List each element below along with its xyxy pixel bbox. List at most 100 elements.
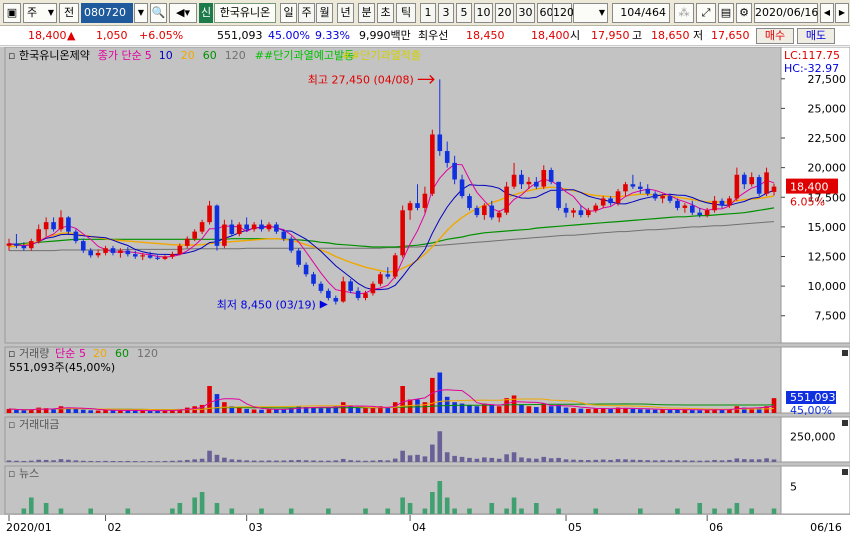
chart-type-icon[interactable]: ▣: [3, 3, 21, 23]
x-end-label: 06/16: [810, 521, 842, 534]
interval-3[interactable]: 3: [438, 3, 454, 23]
volume-bar: [14, 409, 19, 413]
date-input[interactable]: 2020/06/16: [754, 3, 818, 23]
best-ask: 18,450: [466, 29, 505, 42]
market-select-value: 주: [27, 6, 38, 19]
candle-body: [734, 174, 740, 199]
prefix-button[interactable]: 전: [59, 3, 79, 23]
current-price-label: 18,400: [790, 181, 829, 194]
value-bar: [244, 460, 249, 462]
volume-bar: [496, 406, 502, 413]
sell-button[interactable]: 매도: [797, 28, 835, 44]
news-bar: [58, 508, 64, 514]
period-second[interactable]: 초: [377, 3, 394, 23]
value-bar: [385, 460, 391, 462]
chart-add-icon[interactable]: ⤢: [696, 3, 716, 23]
candle-body: [444, 151, 450, 163]
legend-ma5: 5: [145, 49, 152, 62]
news-bar: [430, 492, 435, 514]
stock-name-field[interactable]: 한국유니온: [214, 3, 276, 23]
candle-body: [378, 274, 383, 284]
candle-body: [43, 222, 49, 230]
value-bar: [155, 461, 160, 462]
legend-ma10: 10: [159, 49, 173, 62]
news-bar: [727, 508, 732, 514]
value-bar: [274, 460, 279, 462]
stock-code-input[interactable]: 080720: [81, 3, 133, 23]
value-bar: [756, 459, 762, 462]
candle-body: [274, 224, 279, 232]
candle-body: [682, 205, 688, 208]
period-tick[interactable]: 틱: [396, 3, 416, 23]
value-bar: [482, 457, 487, 462]
calendar-prev-icon[interactable]: ◀: [820, 3, 834, 23]
volume-bar: [274, 409, 279, 413]
high-price: 18,650: [651, 29, 690, 42]
news-bar: [407, 503, 413, 514]
stock-chart[interactable]: 27,50025,00022,50020,00017,50015,00012,5…: [0, 47, 850, 534]
period-week[interactable]: 주: [298, 3, 315, 23]
value-bar: [199, 458, 205, 462]
value-bar: [444, 452, 450, 462]
candle-body: [660, 196, 665, 199]
value-bar: [66, 459, 71, 462]
volume-bar: [682, 409, 688, 413]
news-bar: [712, 508, 717, 514]
x-tick-label: 04: [412, 521, 426, 534]
volume-bar: [51, 408, 56, 413]
gear-icon[interactable]: ⚙: [736, 3, 752, 23]
candle-body: [192, 231, 197, 239]
interval-120[interactable]: 120: [552, 3, 574, 23]
interval-10[interactable]: 10: [474, 3, 493, 23]
price-tick-label: 12,500: [808, 251, 847, 264]
news-title: ▫ 뉴스: [8, 467, 39, 480]
interval-30[interactable]: 30: [516, 3, 535, 23]
period-minute[interactable]: 분: [358, 3, 375, 23]
buy-button[interactable]: 매수: [756, 28, 794, 44]
candle-body: [652, 193, 658, 199]
candle-body: [437, 134, 443, 152]
candle-body: [170, 254, 175, 257]
period-day[interactable]: 일: [280, 3, 297, 23]
candle-body: [140, 255, 145, 257]
price-tick-label: 7,500: [815, 310, 847, 323]
value-bar: [43, 459, 49, 462]
search-icon[interactable]: 🔍: [150, 3, 167, 23]
candle-body: [489, 205, 495, 218]
candle-body: [118, 250, 123, 253]
link-icon[interactable]: ⁂: [674, 3, 694, 23]
calendar-next-icon[interactable]: ▶: [835, 3, 849, 23]
value-bar: [578, 459, 584, 462]
value-bar: [21, 460, 27, 462]
page-counter[interactable]: 104/464: [612, 3, 670, 23]
low-price: 17,650: [711, 29, 750, 42]
volume-bar: [370, 407, 376, 413]
value-bar: [147, 461, 153, 462]
speaker-icon[interactable]: ◀▾: [169, 3, 197, 23]
panel-maximize-icon: [842, 420, 848, 426]
save-icon[interactable]: ▤: [718, 3, 734, 23]
custom-interval-dropdown[interactable]: ▼: [573, 3, 608, 23]
candle-body: [259, 224, 264, 230]
interval-20[interactable]: 20: [495, 3, 514, 23]
period-year[interactable]: 년: [337, 3, 354, 23]
market-select[interactable]: 주 ▼: [23, 3, 57, 23]
price-change-pct: +6.05%: [139, 29, 184, 42]
volume-info: 551,093주(45,00%): [9, 361, 115, 374]
value-bar: [311, 460, 316, 462]
volume-bar: [660, 409, 665, 413]
candle-body: [764, 172, 769, 194]
interval-5[interactable]: 5: [456, 3, 472, 23]
interval-1[interactable]: 1: [420, 3, 436, 23]
code-dropdown-chevron-icon[interactable]: ▼: [134, 3, 148, 23]
volume-bar: [36, 407, 42, 413]
value-bar: [400, 450, 405, 462]
price-tick-label: 15,000: [808, 221, 847, 234]
value-bar: [236, 459, 242, 462]
period-month[interactable]: 월: [316, 3, 333, 23]
value-bar: [749, 459, 755, 462]
volume-bar: [534, 407, 539, 413]
candle-body: [771, 186, 777, 192]
chart-area[interactable]: 27,500 25,000 22,500 20,000 17,500 15,000 12,5…: [0, 47, 850, 534]
news-bar: [437, 481, 443, 514]
